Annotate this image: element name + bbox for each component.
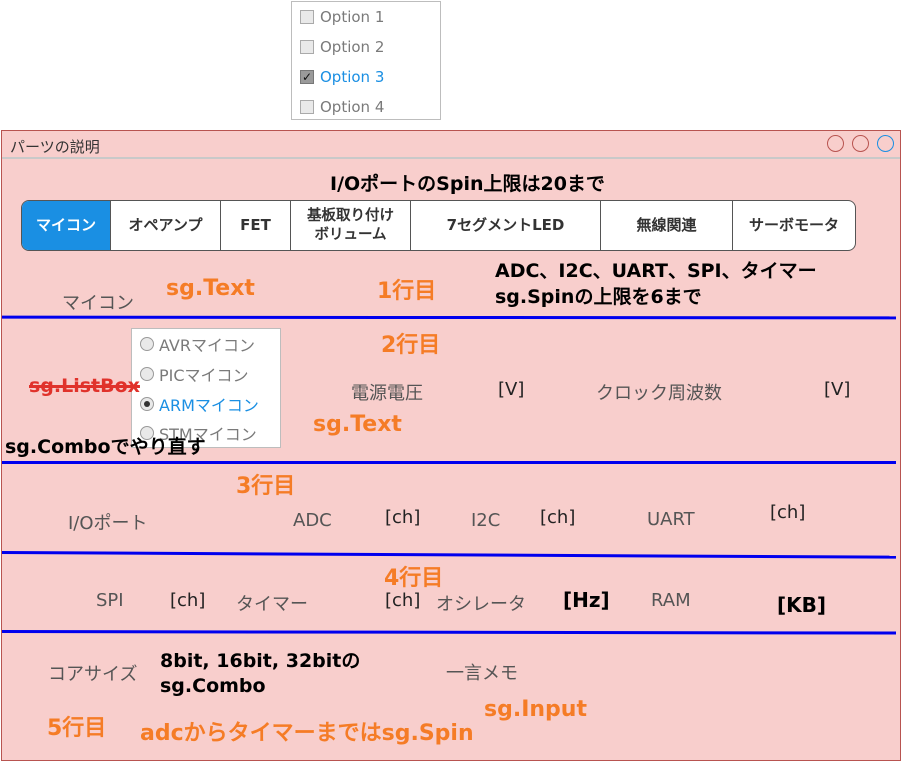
- tab-opamp[interactable]: オペアンプ: [111, 201, 221, 250]
- tab-servo-motor[interactable]: サーボモータ: [733, 201, 855, 250]
- core-size-label: コアサイズ: [48, 664, 138, 685]
- clock-frequency-unit: [V]: [824, 379, 851, 400]
- core-size-note-line-2: sg.Combo: [160, 675, 266, 697]
- row-2-marker: 2行目: [381, 333, 441, 358]
- option-2-label: Option 2: [320, 38, 385, 56]
- radio-arm-label: ARMマイコン: [159, 396, 259, 415]
- clock-frequency-label: クロック周波数: [596, 383, 722, 404]
- tab-7seg-led[interactable]: 7セグメントLED: [411, 201, 601, 250]
- option-4-item[interactable]: Option 4: [300, 97, 384, 117]
- minimize-window-button[interactable]: [852, 135, 869, 152]
- sg-text-annotation-1: sg.Text: [166, 276, 255, 301]
- maximize-window-button[interactable]: [877, 135, 894, 152]
- close-window-button[interactable]: [827, 135, 844, 152]
- spin-limit-heading: I/OポートのSpin上限は20まで: [330, 173, 605, 195]
- radio-pic[interactable]: PICマイコン: [140, 364, 249, 385]
- supply-voltage-unit: [V]: [498, 379, 525, 400]
- window-titlebar: パーツの説明: [2, 131, 900, 159]
- option-1-label: Option 1: [320, 8, 385, 26]
- i2c-label: I2C: [471, 510, 501, 531]
- core-size-note-line-1: 8bit, 16bit, 32bitの: [160, 650, 361, 672]
- radio-avr-button[interactable]: [140, 337, 154, 351]
- sg-input-annotation: sg.Input: [484, 697, 587, 722]
- microcontroller-label: マイコン: [62, 293, 134, 314]
- adc-label: ADC: [293, 510, 332, 531]
- microcontroller-type-radio-list: AVRマイコン PICマイコン ARMマイコン STMマイコン: [131, 328, 281, 448]
- adc-unit: [ch]: [385, 507, 421, 528]
- option-2-item[interactable]: Option 2: [300, 37, 384, 57]
- listbox-strikethrough-note: sg.ListBox: [29, 375, 140, 397]
- memo-label: 一言メモ: [446, 663, 518, 684]
- option-3-item[interactable]: ✓ Option 3: [300, 67, 384, 87]
- window-title: パーツの説明: [10, 138, 100, 156]
- radio-arm[interactable]: ARMマイコン: [140, 394, 259, 415]
- options-checklist: Option 1 Option 2 ✓ Option 3 Option 4: [291, 1, 441, 120]
- row-separator-2: [2, 461, 896, 464]
- parts-tab-bar: マイコン オペアンプ FET 基板取り付け ボリューム 7セグメントLED 無線…: [21, 200, 856, 251]
- row-1-note-line-1: ADC、I2C、UART、SPI、タイマー: [495, 260, 817, 282]
- tab-fet[interactable]: FET: [221, 201, 291, 250]
- timer-unit: [ch]: [385, 590, 421, 611]
- spi-unit: [ch]: [170, 590, 206, 611]
- oscillator-label: オシレータ: [436, 594, 526, 615]
- row-5-marker: 5行目: [47, 716, 107, 741]
- radio-pic-label: PICマイコン: [159, 366, 249, 385]
- timer-label: タイマー: [236, 594, 308, 615]
- i2c-unit: [ch]: [540, 507, 576, 528]
- radio-avr[interactable]: AVRマイコン: [140, 334, 255, 355]
- tab-wireless[interactable]: 無線関連: [601, 201, 733, 250]
- tab-board-volume[interactable]: 基板取り付け ボリューム: [291, 201, 411, 250]
- row-3-marker: 3行目: [236, 474, 296, 499]
- radio-arm-button[interactable]: [140, 397, 154, 411]
- option-3-label: Option 3: [320, 68, 385, 86]
- option-2-checkbox[interactable]: [300, 40, 314, 54]
- spin-range-note: adcからタイマーまではsg.Spin: [140, 721, 474, 746]
- radio-avr-label: AVRマイコン: [159, 336, 255, 355]
- combo-redo-note: sg.Comboでやり直す: [5, 436, 206, 458]
- row-1-marker: 1行目: [377, 279, 437, 304]
- option-3-checkbox[interactable]: ✓: [300, 70, 314, 84]
- io-port-label: I/Oポート: [68, 513, 148, 534]
- option-1-checkbox[interactable]: [300, 10, 314, 24]
- sg-text-annotation-2: sg.Text: [313, 412, 402, 437]
- spi-label: SPI: [96, 590, 124, 611]
- tab-microcontroller[interactable]: マイコン: [22, 201, 111, 250]
- option-1-item[interactable]: Option 1: [300, 7, 384, 27]
- radio-pic-button[interactable]: [140, 367, 154, 381]
- oscillator-unit: [Hz]: [563, 588, 610, 612]
- row-1-note-line-2: sg.Spinの上限を6まで: [495, 286, 702, 308]
- supply-voltage-label: 電源電圧: [351, 383, 423, 404]
- option-4-label: Option 4: [320, 98, 385, 116]
- ram-unit: [KB]: [777, 593, 827, 617]
- uart-label: UART: [647, 509, 695, 530]
- ram-label: RAM: [651, 590, 691, 611]
- row-4-marker: 4行目: [384, 566, 444, 591]
- option-4-checkbox[interactable]: [300, 100, 314, 114]
- uart-unit: [ch]: [770, 502, 806, 523]
